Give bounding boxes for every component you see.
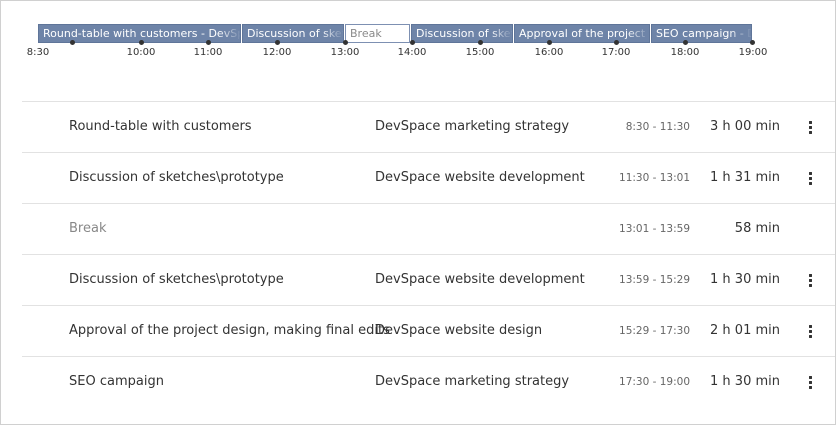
entry-name: Discussion of sketches\prototype — [69, 170, 284, 185]
table-row[interactable]: Round-table with customers DevSpace mark… — [22, 101, 835, 152]
entry-project: DevSpace marketing strategy — [375, 374, 570, 389]
entry-project: DevSpace website development — [375, 272, 585, 287]
entry-duration: 3 h 00 min — [710, 119, 780, 134]
dot-marker-icon — [274, 40, 280, 45]
dot-marker-icon — [749, 40, 755, 45]
timeline-tick: 10:00 — [126, 47, 156, 58]
table-row-break[interactable]: Break 13:01 - 13:59 58 min — [22, 203, 835, 254]
entry-time-range: 13:59 - 15:29 — [619, 274, 690, 286]
entry-name: Round-table with customers — [69, 119, 252, 134]
timeline-segment-label: Break — [350, 27, 382, 40]
timeline-segment-discussion-2[interactable]: Discussion of sketches\prototype — [411, 24, 513, 43]
dot-marker-icon — [409, 40, 415, 45]
entry-duration: 1 h 30 min — [710, 374, 780, 389]
entry-duration: 1 h 31 min — [710, 170, 780, 185]
day-timeline: Round-table with customers - DevSpace ma… — [1, 1, 835, 71]
entry-duration: 58 min — [734, 221, 780, 236]
time-entry-list: Round-table with customers DevSpace mark… — [22, 101, 835, 407]
more-vertical-icon[interactable] — [804, 272, 818, 288]
table-row[interactable]: Discussion of sketches\prototype DevSpac… — [22, 254, 835, 305]
entry-duration: 2 h 01 min — [710, 323, 780, 338]
timeline-segment-break[interactable]: Break — [345, 24, 410, 43]
timeline-segment-seo[interactable]: SEO campaign - DevSpace marketing strate… — [651, 24, 752, 43]
more-vertical-icon[interactable] — [804, 374, 818, 390]
timeline-tick: 18:00 — [670, 47, 700, 58]
timeline-segment-approval[interactable]: Approval of the project design, making f… — [514, 24, 650, 43]
timeline-segment-discussion-1[interactable]: Discussion of sketches\prototype — [242, 24, 344, 43]
entry-time-range: 17:30 - 19:00 — [619, 376, 690, 388]
entry-name: Discussion of sketches\prototype — [69, 272, 284, 287]
timeline-tick: 12:00 — [262, 47, 292, 58]
dot-marker-icon — [682, 40, 688, 45]
entry-project: DevSpace website design — [375, 323, 543, 338]
dot-marker-icon — [613, 40, 619, 45]
entry-time-range: 15:29 - 17:30 — [619, 325, 690, 337]
timeline-tick: 15:00 — [465, 47, 495, 58]
entry-duration: 1 h 30 min — [710, 272, 780, 287]
more-vertical-icon[interactable] — [804, 119, 818, 135]
dot-marker-icon — [69, 40, 75, 45]
timeline-tick: 17:00 — [601, 47, 631, 58]
table-row[interactable]: Discussion of sketches\prototype DevSpac… — [22, 152, 835, 203]
entry-name: Approval of the project design, making f… — [69, 323, 390, 338]
entry-project: DevSpace website development — [375, 170, 585, 185]
more-vertical-icon[interactable] — [804, 170, 818, 186]
entry-time-range: 11:30 - 13:01 — [619, 172, 690, 184]
timeline-tick: 14:00 — [397, 47, 427, 58]
dot-marker-icon — [546, 40, 552, 45]
timeline-tick: 16:00 — [534, 47, 564, 58]
timeline-tick: 13:00 — [330, 47, 360, 58]
entry-name: SEO campaign — [69, 374, 164, 389]
table-row[interactable]: SEO campaign DevSpace marketing strategy… — [22, 356, 835, 407]
timeline-tick: 8:30 — [26, 47, 50, 58]
entry-project: DevSpace marketing strategy — [375, 119, 570, 134]
dot-marker-icon — [205, 40, 211, 45]
timeline-tick: 11:00 — [193, 47, 223, 58]
timeline-tick: 19:00 — [738, 47, 768, 58]
table-row[interactable]: Approval of the project design, making f… — [22, 305, 835, 356]
entry-time-range: 13:01 - 13:59 — [619, 223, 690, 235]
dot-marker-icon — [138, 40, 144, 45]
timeline-segment-label: Round-table with customers - DevSpace ma… — [43, 27, 240, 40]
time-tracker-panel: Round-table with customers - DevSpace ma… — [0, 0, 836, 425]
more-vertical-icon[interactable] — [804, 323, 818, 339]
entry-name: Break — [69, 221, 107, 236]
dot-marker-icon — [342, 40, 348, 45]
entry-time-range: 8:30 - 11:30 — [625, 121, 690, 133]
dot-marker-icon — [477, 40, 483, 45]
